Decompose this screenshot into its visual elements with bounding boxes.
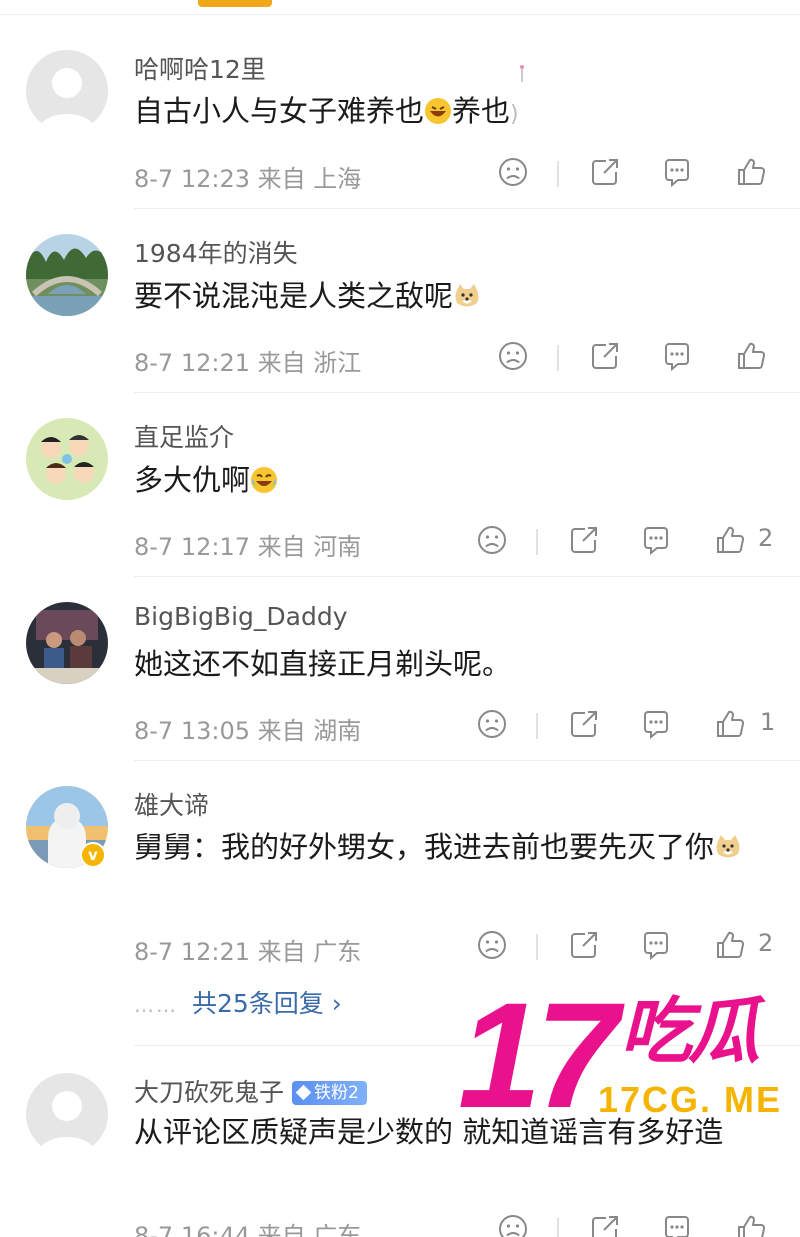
- doge-emoji-icon: [716, 835, 740, 858]
- username-text: 大刀砍死鬼子: [134, 1078, 285, 1107]
- faint-mark: [518, 64, 526, 84]
- watermark-chinese: 吃瓜: [620, 989, 760, 1073]
- dislike-face-icon[interactable]: [476, 524, 508, 556]
- share-icon[interactable]: [568, 524, 600, 556]
- avatar-bridge-photo[interactable]: [26, 234, 108, 316]
- watermark-number: 17: [458, 971, 619, 1139]
- comment-text-body: 舅舅：我的好外甥女，我进去前也要先灭了你: [134, 830, 715, 864]
- avatar-cartoon[interactable]: [26, 418, 108, 500]
- like-thumb-icon[interactable]: [714, 524, 746, 556]
- comment-text: 舅舅：我的好外甥女，我进去前也要先灭了你: [134, 826, 774, 869]
- watermark-url: 17CG. ME: [598, 1079, 783, 1120]
- avatar-photo[interactable]: [26, 602, 108, 684]
- username[interactable]: 直足监介: [134, 418, 234, 454]
- share-icon[interactable]: [568, 708, 600, 740]
- action-separator: [557, 345, 559, 371]
- username[interactable]: 1984年的消失: [134, 234, 298, 270]
- like-thumb-icon[interactable]: [735, 340, 767, 372]
- comment-text-body: 自古小人与女子难养也: [134, 94, 425, 128]
- top-divider: [0, 14, 800, 15]
- doge-emoji-icon: [455, 284, 479, 307]
- dislike-face-icon[interactable]: [497, 1213, 529, 1237]
- dislike-face-icon[interactable]: [476, 708, 508, 740]
- avatar-default[interactable]: [26, 1073, 108, 1155]
- comment-icon[interactable]: [640, 929, 672, 961]
- reply-count-label: 共25条回复: [192, 989, 324, 1018]
- comment-text: 多大仇啊: [134, 459, 774, 502]
- action-separator: [557, 161, 559, 187]
- paren-glyph: ): [510, 102, 519, 127]
- active-tab-indicator: [198, 0, 272, 7]
- fan-level-badge: 铁粉2: [292, 1081, 367, 1105]
- like-thumb-icon[interactable]: [714, 929, 746, 961]
- comment-actions: [0, 340, 800, 376]
- comment-actions: [0, 1213, 800, 1237]
- share-icon[interactable]: [589, 1213, 621, 1237]
- view-replies-link[interactable]: …… 共25条回复 ›: [134, 984, 342, 1020]
- comment-actions: 2: [0, 524, 800, 560]
- fan-level-label: 铁粉2: [314, 1083, 359, 1103]
- share-icon[interactable]: [568, 929, 600, 961]
- username[interactable]: 大刀砍死鬼子 铁粉2: [134, 1073, 367, 1109]
- share-icon[interactable]: [589, 340, 621, 372]
- comment-text-tail: 养也: [452, 94, 511, 128]
- action-separator: [536, 713, 538, 739]
- share-icon[interactable]: [589, 156, 621, 188]
- dislike-face-icon[interactable]: [497, 156, 529, 188]
- comment-icon[interactable]: [661, 156, 693, 188]
- comment-actions: [0, 156, 800, 192]
- comment-text: 要不说混沌是人类之敌呢: [134, 275, 774, 318]
- like-count: 2: [758, 929, 774, 957]
- site-watermark: 17 吃瓜 17CG. ME: [458, 971, 800, 1139]
- like-thumb-icon[interactable]: [735, 156, 767, 188]
- verified-badge-icon: v: [80, 842, 106, 868]
- comment-icon[interactable]: [661, 340, 693, 372]
- like-thumb-icon[interactable]: [735, 1213, 767, 1237]
- comment-text: 自古小人与女子难养也 养也): [134, 90, 774, 136]
- comment-icon[interactable]: [640, 708, 672, 740]
- action-separator: [557, 1218, 559, 1237]
- verified-mark: v: [88, 846, 98, 864]
- action-separator: [536, 529, 538, 555]
- comment-icon[interactable]: [661, 1213, 693, 1237]
- comment-actions: 1: [0, 708, 800, 744]
- comment-text-body: 多大仇啊: [134, 463, 251, 497]
- avatar-default[interactable]: [26, 50, 108, 132]
- comment-text: 她这还不如直接正月剃头呢。: [134, 643, 774, 686]
- like-count: 1: [760, 708, 776, 736]
- reply-dots: ……: [134, 993, 178, 1017]
- comment-divider: [134, 576, 800, 577]
- like-thumb-icon[interactable]: [714, 708, 746, 740]
- username[interactable]: 雄大谛: [134, 786, 209, 822]
- username[interactable]: BigBigBig_Daddy: [134, 602, 348, 631]
- comment-divider: [134, 208, 800, 209]
- laughing-emoji-icon: [425, 98, 452, 124]
- comment-divider: [134, 392, 800, 393]
- comment-actions: 2: [0, 929, 800, 965]
- comment-icon[interactable]: [640, 524, 672, 556]
- dislike-face-icon[interactable]: [497, 340, 529, 372]
- diamond-icon: [295, 1084, 312, 1101]
- comment-text-body: 她这还不如直接正月剃头呢。: [134, 647, 512, 681]
- like-count: 2: [758, 524, 774, 552]
- comment-divider: [134, 760, 800, 761]
- chevron-right-icon: ›: [331, 989, 342, 1018]
- action-separator: [536, 934, 538, 960]
- dislike-face-icon[interactable]: [476, 929, 508, 961]
- crying-laugh-emoji-icon: [251, 467, 278, 493]
- comment-text-body: 要不说混沌是人类之敌呢: [134, 279, 454, 313]
- username[interactable]: 哈啊哈12里: [134, 50, 266, 86]
